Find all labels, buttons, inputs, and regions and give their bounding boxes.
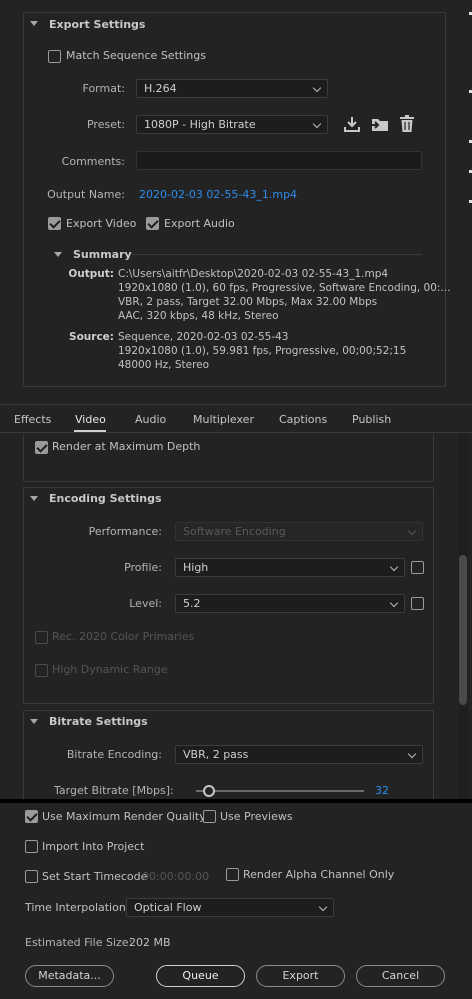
chevron-down-icon (389, 562, 399, 572)
estimated-file-size-label: Estimated File Size: (25, 936, 133, 949)
profile-value: High (183, 561, 209, 574)
level-label: Level: (129, 597, 162, 610)
summary-output-line: C:\Users\aitfr\Desktop\2020-02-03 02-55-… (118, 268, 389, 280)
summary-divider (132, 254, 422, 255)
scrollbar-thumb[interactable] (459, 555, 467, 705)
target-bitrate-slider-track[interactable] (196, 790, 364, 792)
profile-dropdown[interactable]: High (175, 558, 405, 577)
level-match-checkbox[interactable] (411, 597, 424, 610)
target-bitrate-value[interactable]: 32 (375, 784, 389, 797)
chevron-down-icon (407, 526, 417, 536)
collapse-triangle-icon[interactable] (30, 496, 38, 501)
time-interpolation-label: Time Interpolation: (25, 901, 130, 914)
set-start-timecode-checkbox[interactable] (25, 870, 38, 883)
hdr-checkbox (35, 664, 48, 677)
profile-match-checkbox[interactable] (411, 561, 424, 574)
collapse-triangle-icon[interactable] (30, 719, 38, 724)
bitrate-encoding-value: VBR, 2 pass (183, 748, 249, 761)
use-previews-label: Use Previews (220, 810, 293, 823)
export-button[interactable]: Export (256, 965, 345, 987)
time-interpolation-dropdown[interactable]: Optical Flow (126, 898, 334, 917)
summary-source-line: 1920x1080 (1.0), 59.981 fps, Progressive… (118, 345, 407, 357)
export-video-label: Export Video (66, 217, 137, 230)
summary-output-label: Output: (68, 268, 114, 280)
chevron-down-icon (389, 598, 399, 608)
hdr-label: High Dynamic Range (52, 663, 168, 676)
tab-captions[interactable]: Captions (279, 413, 327, 426)
estimated-file-size-value: 202 MB (129, 936, 171, 949)
summary-output-line: AAC, 320 kbps, 48 kHz, Stereo (118, 310, 279, 322)
render-max-depth-checkbox[interactable] (35, 441, 48, 454)
render-alpha-checkbox[interactable] (226, 868, 239, 881)
bitrate-encoding-label: Bitrate Encoding: (66, 748, 162, 761)
output-name-label: Output Name: (47, 188, 125, 201)
import-into-project-label: Import Into Project (42, 840, 145, 853)
export-settings-title: Export Settings (49, 18, 146, 31)
encoding-settings-title: Encoding Settings (49, 492, 162, 505)
chevron-down-icon (312, 119, 322, 129)
tab-video[interactable]: Video (75, 413, 106, 426)
preset-value: 1080P - High Bitrate (144, 118, 256, 131)
save-preset-icon[interactable] (343, 116, 361, 133)
bitrate-encoding-dropdown[interactable]: VBR, 2 pass (175, 745, 423, 764)
tab-effects[interactable]: Effects (14, 413, 51, 426)
queue-button[interactable]: Queue (156, 965, 245, 987)
max-render-quality-checkbox[interactable] (25, 810, 38, 823)
tab-audio[interactable]: Audio (135, 413, 166, 426)
tab-publish[interactable]: Publish (352, 413, 391, 426)
comments-field[interactable] (136, 151, 422, 170)
performance-value: Software Encoding (183, 525, 286, 538)
tab-multiplexer[interactable]: Multiplexer (193, 413, 254, 426)
format-label: Format: (82, 82, 125, 95)
import-preset-icon[interactable] (370, 116, 390, 133)
summary-source-line: 48000 Hz, Stereo (118, 359, 210, 371)
summary-output-line: VBR, 2 pass, Target 32.00 Mbps, Max 32.0… (118, 296, 378, 308)
level-value: 5.2 (183, 597, 201, 610)
import-into-project-checkbox[interactable] (25, 840, 38, 853)
summary-title: Summary (73, 248, 132, 261)
summary-output-line: 1920x1080 (1.0), 60 fps, Progressive, So… (118, 282, 451, 294)
export-audio-checkbox[interactable] (146, 217, 159, 230)
chevron-down-icon (312, 83, 322, 93)
comments-label: Comments: (61, 155, 125, 168)
output-name-link[interactable]: 2020-02-03 02-55-43_1.mp4 (139, 188, 297, 201)
use-previews-checkbox[interactable] (203, 810, 216, 823)
rec2020-checkbox (35, 631, 48, 644)
set-start-timecode-label: Set Start Timecode (42, 870, 148, 883)
metadata-button[interactable]: Metadata... (25, 965, 114, 987)
preset-dropdown[interactable]: 1080P - High Bitrate (136, 115, 328, 134)
active-tab-underline (74, 430, 106, 432)
delete-preset-icon[interactable] (399, 115, 415, 133)
target-bitrate-label: Target Bitrate [Mbps]: (54, 784, 174, 797)
time-interpolation-value: Optical Flow (134, 901, 202, 914)
rec2020-label: Rec. 2020 Color Primaries (52, 630, 195, 643)
render-alpha-label: Render Alpha Channel Only (243, 868, 395, 881)
collapse-triangle-icon[interactable] (54, 252, 62, 257)
chevron-down-icon (318, 902, 328, 912)
format-dropdown[interactable]: H.264 (136, 79, 328, 98)
collapse-triangle-icon[interactable] (30, 21, 38, 26)
level-dropdown[interactable]: 5.2 (175, 594, 405, 613)
performance-label: Performance: (88, 525, 162, 538)
bottom-divider (0, 799, 472, 803)
summary-source-line: Sequence, 2020-02-03 02-55-43 (118, 331, 289, 343)
profile-label: Profile: (124, 561, 162, 574)
summary-source-label: Source: (69, 331, 114, 343)
export-audio-label: Export Audio (164, 217, 235, 230)
max-render-quality-label: Use Maximum Render Quality (42, 810, 206, 823)
chevron-down-icon (407, 749, 417, 759)
performance-dropdown: Software Encoding (175, 522, 423, 541)
cancel-button[interactable]: Cancel (356, 965, 445, 987)
match-sequence-label: Match Sequence Settings (66, 49, 206, 62)
format-value: H.264 (144, 82, 177, 95)
match-sequence-checkbox[interactable] (48, 50, 61, 63)
bitrate-settings-title: Bitrate Settings (49, 715, 148, 728)
start-timecode-value: 00:00:00:00 (142, 870, 210, 883)
render-max-depth-label: Render at Maximum Depth (52, 440, 201, 453)
preset-label: Preset: (86, 118, 125, 131)
export-video-checkbox[interactable] (48, 217, 61, 230)
